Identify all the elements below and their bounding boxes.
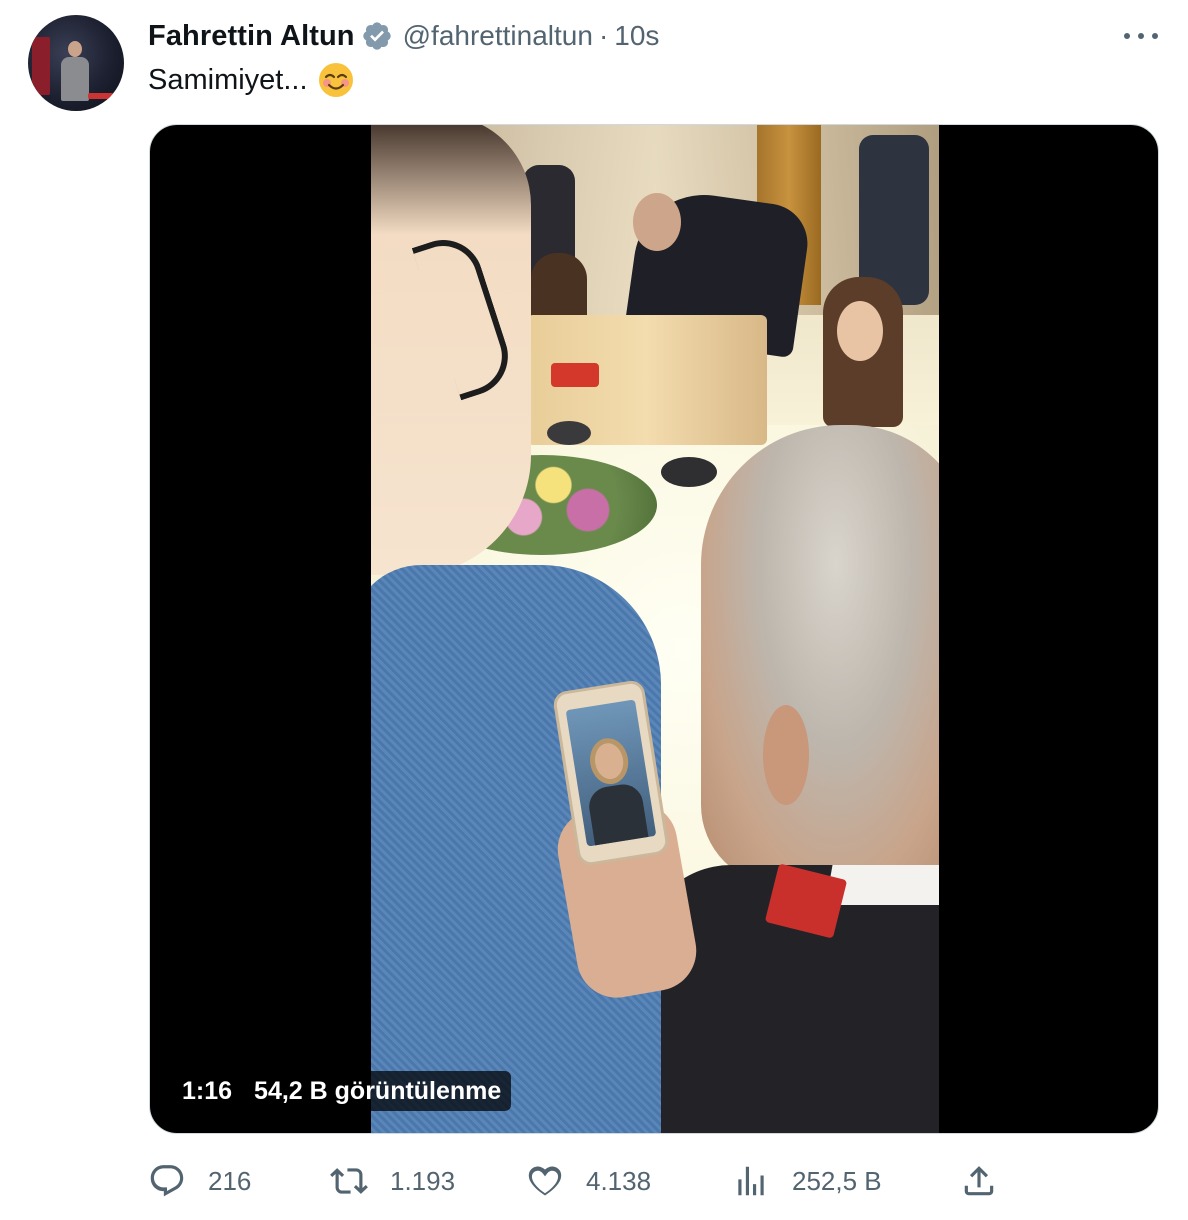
verified-badge-icon[interactable] bbox=[361, 20, 393, 52]
more-dot bbox=[1138, 33, 1144, 39]
scene-bending-man-head bbox=[633, 193, 681, 251]
video-duration: 1:16 bbox=[182, 1076, 233, 1105]
tweet-header: Fahrettin Altun @fahrettinaltun · 10s bbox=[148, 18, 659, 54]
scene-girl-face bbox=[837, 301, 883, 361]
more-dot bbox=[1124, 33, 1130, 39]
retweet-count: 1.193 bbox=[390, 1165, 456, 1196]
reply-icon bbox=[150, 1165, 184, 1197]
views-button[interactable]: 252,5 B bbox=[732, 1158, 882, 1204]
author-name[interactable]: Fahrettin Altun bbox=[148, 20, 355, 53]
reply-button[interactable]: 216 bbox=[148, 1158, 251, 1204]
share-button[interactable] bbox=[960, 1158, 998, 1204]
tweet-text: Samimiyet... bbox=[148, 62, 354, 98]
scene-elderly-man-head bbox=[701, 425, 939, 885]
more-dot bbox=[1152, 33, 1158, 39]
tweet-timestamp[interactable]: 10s bbox=[614, 20, 659, 52]
video-player[interactable]: 1:16 54,2 B görüntülenme bbox=[149, 124, 1159, 1134]
reply-count: 216 bbox=[208, 1165, 252, 1196]
scene-elderly-man-ear bbox=[763, 705, 809, 805]
scene-microphone bbox=[547, 421, 591, 445]
scene-phone-screen bbox=[565, 699, 657, 847]
avatar-person-head bbox=[68, 41, 82, 57]
author-avatar[interactable] bbox=[28, 15, 124, 111]
avatar-person-body bbox=[61, 57, 89, 101]
tweet-text-content: Samimiyet... bbox=[148, 63, 308, 96]
scene-video-call-body bbox=[586, 781, 650, 847]
scene-video-call-face bbox=[586, 735, 632, 787]
header-separator: · bbox=[598, 20, 609, 51]
video-info-overlay: 1:16 54,2 B görüntülenme bbox=[172, 1071, 512, 1111]
analytics-icon bbox=[738, 1166, 764, 1196]
smiling-face-emoji-icon bbox=[318, 63, 353, 97]
like-icon bbox=[528, 1166, 562, 1196]
share-icon bbox=[964, 1166, 994, 1196]
avatar-banner bbox=[32, 37, 50, 95]
video-frame bbox=[371, 125, 939, 1133]
views-count: 252,5 B bbox=[792, 1165, 882, 1196]
retweet-button[interactable]: 1.193 bbox=[330, 1158, 455, 1204]
retweet-icon bbox=[330, 1168, 368, 1194]
more-options-icon[interactable] bbox=[1124, 22, 1158, 50]
video-view-count: 54,2 B görüntülenme bbox=[254, 1076, 502, 1105]
scene-red-gift bbox=[551, 363, 599, 387]
scene-microphone bbox=[661, 457, 717, 487]
like-button[interactable]: 4.138 bbox=[526, 1158, 651, 1204]
tweet-actions: 216 1.193 4.138 252,5 B bbox=[148, 1158, 1008, 1204]
avatar-stage bbox=[88, 93, 114, 99]
author-handle[interactable]: @fahrettinaltun bbox=[403, 20, 593, 52]
like-count: 4.138 bbox=[586, 1165, 652, 1196]
